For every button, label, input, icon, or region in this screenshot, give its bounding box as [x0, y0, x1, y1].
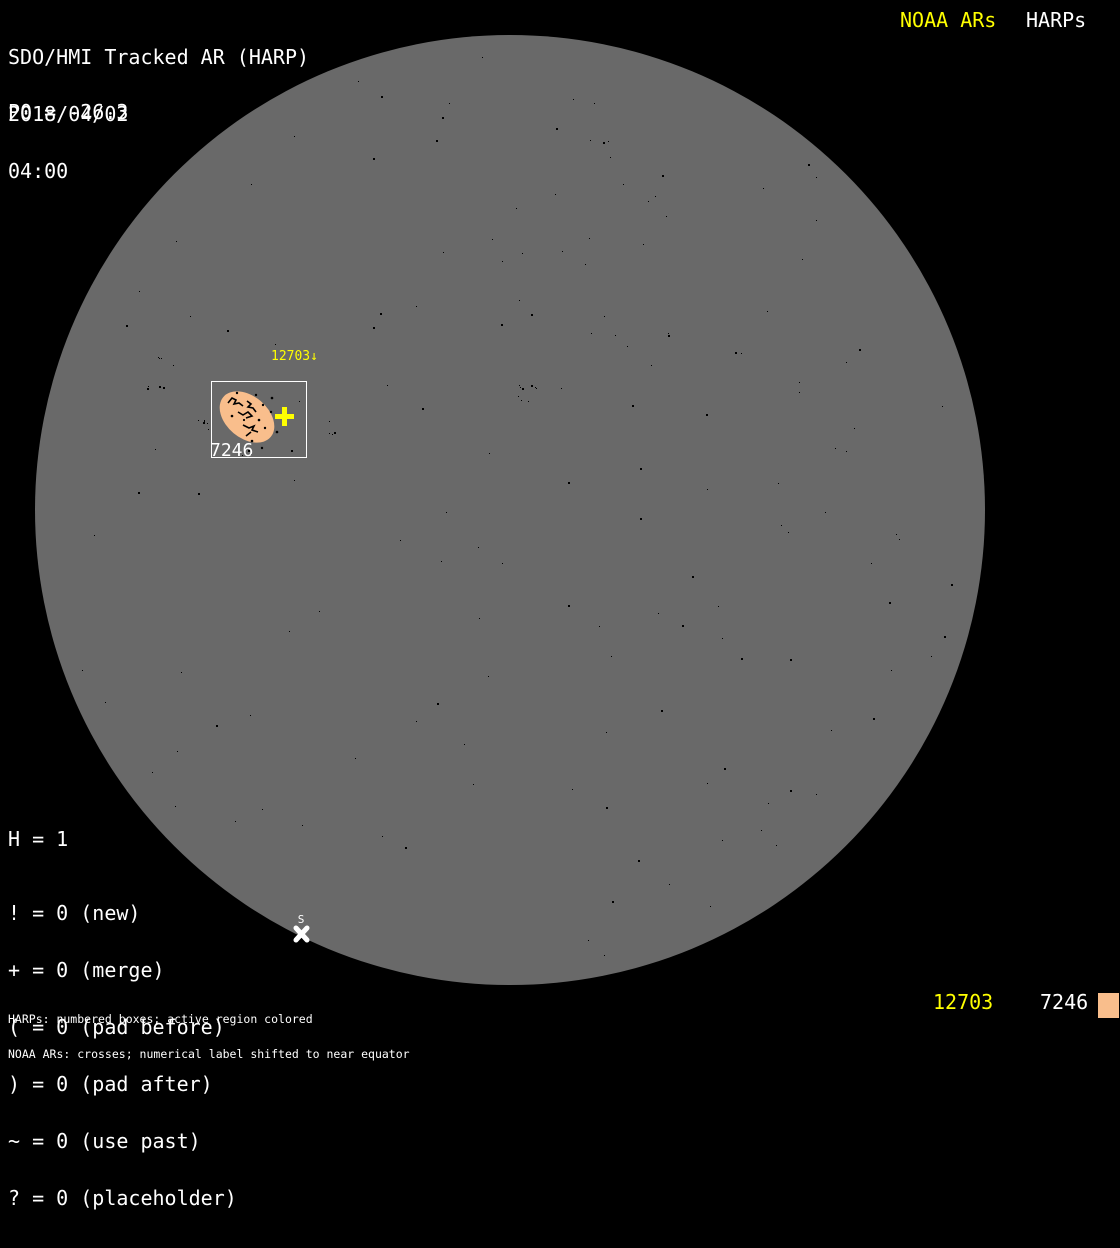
caption-noaa: NOAA ARs: crosses; numerical label shift… — [8, 1046, 410, 1061]
legend-line-placeholder: ? = 0 (placeholder) — [8, 1186, 237, 1210]
harp-count: H = 1 — [8, 827, 69, 851]
solar-disk-plot: 7246 12703↓ S SDO/HMI Tracked AR (HARP) … — [0, 0, 1120, 1208]
harp-box: 7246 — [210, 381, 307, 461]
footer-noaa-number: 12703 — [933, 990, 994, 1014]
time-label: 04:00 — [8, 159, 69, 183]
footer-harp-number: 7246 — [1040, 990, 1089, 1014]
legend-line-new: ! = 0 (new) — [8, 901, 141, 925]
south-pole-x-icon — [293, 925, 310, 943]
noaa-ar-label: 12703↓ — [271, 349, 318, 364]
legend-line-merge: + = 0 (merge) — [8, 958, 165, 982]
harp-box-number: 7246 — [210, 440, 254, 461]
p0-angle-value: P0 = -26.3 — [8, 100, 129, 124]
active-region-color-swatch — [1098, 993, 1119, 1018]
legend-line-use-past: ~ = 0 (use past) — [8, 1129, 201, 1153]
caption-harps: HARPs: numbered boxes; active region col… — [8, 1012, 313, 1027]
footer-captions: HARPs: numbered boxes; active region col… — [8, 991, 410, 1084]
page-title: SDO/HMI Tracked AR (HARP) — [8, 45, 310, 69]
south-pole-label: S — [297, 913, 305, 926]
